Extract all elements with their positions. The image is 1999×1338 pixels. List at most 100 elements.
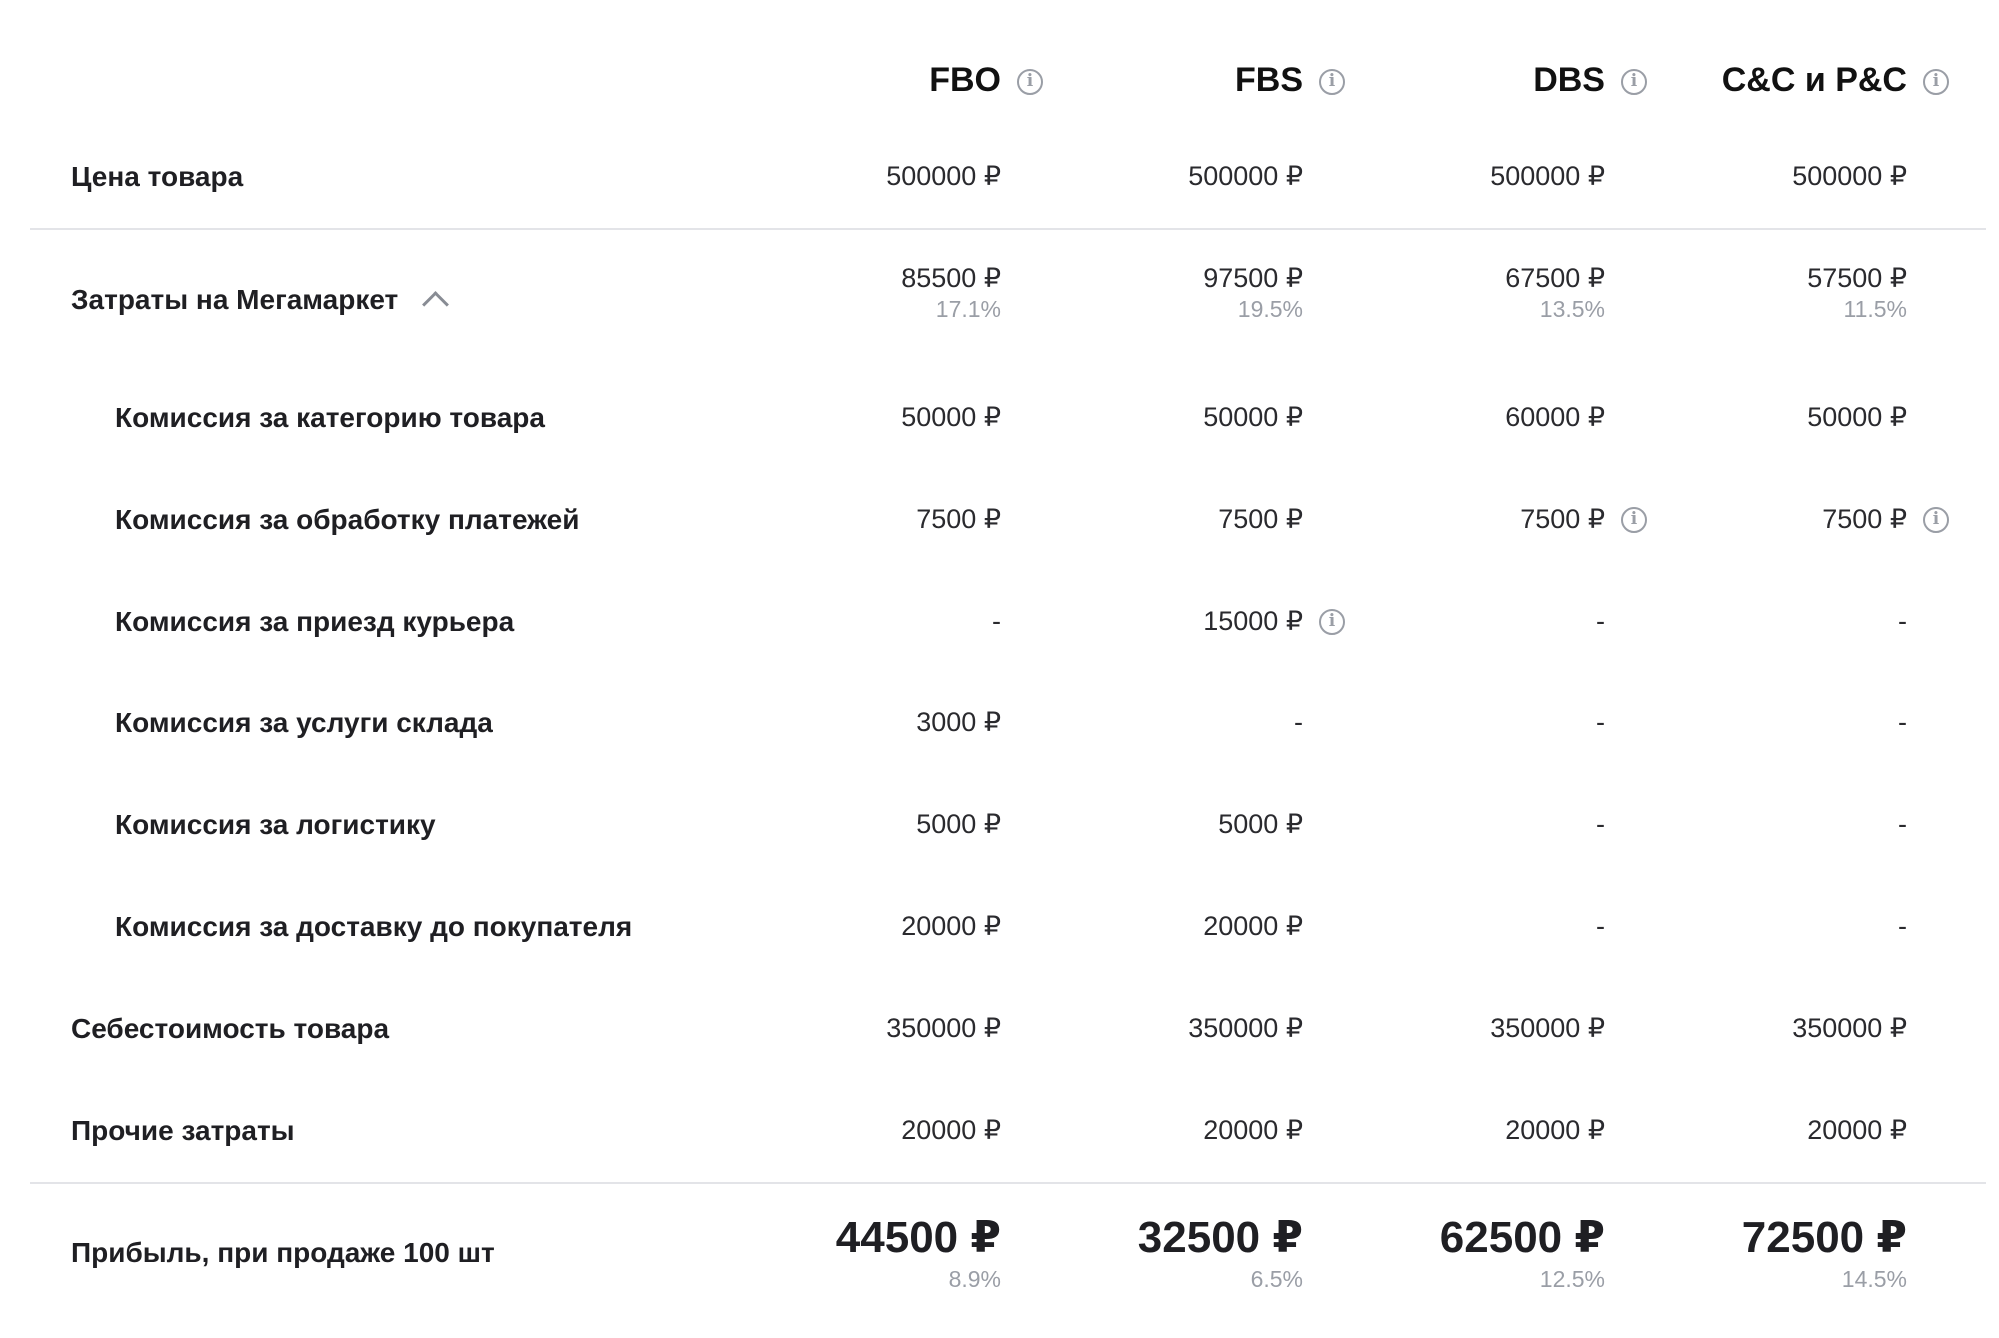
value: - — [1898, 606, 1907, 636]
cell-cc-pc: 7500 ₽ — [1822, 503, 1907, 535]
profit-value: 44500 ₽ — [835, 1213, 1001, 1262]
row-logistics-fee: Комиссия за логистику 5000 ₽ 5000 ₽ - - — [0, 808, 1999, 848]
value: 50000 ₽ — [901, 402, 1001, 432]
divider — [30, 228, 1986, 230]
cell-dbs: 350000 ₽ — [1490, 1012, 1605, 1044]
cell-fbo: 50000 ₽ — [901, 401, 1001, 433]
cell-dbs: - — [1596, 706, 1605, 738]
column-header-fbs: FBS — [1235, 61, 1303, 99]
cell-cc-pc: - — [1898, 910, 1907, 942]
cell-fbs: 350000 ₽ — [1188, 1012, 1303, 1044]
cell-dbs: - — [1596, 808, 1605, 840]
row-label: Цена товара — [71, 161, 244, 192]
value: 5000 ₽ — [1218, 809, 1303, 839]
row-label: Комиссия за доставку до покупателя — [115, 911, 633, 942]
percent: 13.5% — [1539, 296, 1605, 322]
value: 350000 ₽ — [886, 1013, 1001, 1043]
info-icon[interactable]: i — [1319, 69, 1345, 95]
cell-cc-pc: - — [1898, 706, 1907, 738]
value: - — [992, 606, 1001, 636]
value: 57500 ₽ — [1807, 263, 1907, 293]
value: - — [1596, 809, 1605, 839]
value: 350000 ₽ — [1188, 1013, 1303, 1043]
value: 20000 ₽ — [901, 911, 1001, 941]
cell-fbs: 97500 ₽ 19.5% — [1203, 262, 1303, 324]
cell-fbs: 32500 ₽ 6.5% — [1138, 1212, 1303, 1294]
cell-dbs: - — [1596, 910, 1605, 942]
row-label: Комиссия за обработку платежей — [115, 504, 580, 535]
percent: 17.1% — [935, 296, 1001, 322]
row-other-costs: Прочие затраты 20000 ₽ 20000 ₽ 20000 ₽ 2… — [0, 1114, 1999, 1154]
percent: 12.5% — [1539, 1266, 1605, 1292]
cell-fbo: 5000 ₽ — [916, 808, 1001, 840]
cell-fbs: 5000 ₽ — [1218, 808, 1303, 840]
percent: 11.5% — [1843, 296, 1907, 322]
percent: 19.5% — [1237, 296, 1303, 322]
row-delivery-fee: Комиссия за доставку до покупателя 20000… — [0, 910, 1999, 950]
cell-fbs: 7500 ₽ — [1218, 503, 1303, 535]
cell-fbo: 20000 ₽ — [901, 1114, 1001, 1146]
profit-value: 72500 ₽ — [1741, 1213, 1907, 1262]
cell-fbo: 20000 ₽ — [901, 910, 1001, 942]
value: 500000 ₽ — [1490, 161, 1605, 191]
info-icon[interactable]: i — [1621, 69, 1647, 95]
cell-cc-pc: - — [1898, 605, 1907, 637]
row-label[interactable]: Затраты на Мегамаркет — [71, 283, 398, 317]
cell-fbo: 85500 ₽ 17.1% — [901, 262, 1001, 324]
info-icon[interactable]: i — [1923, 69, 1949, 95]
value: 50000 ₽ — [1203, 402, 1303, 432]
cell-fbo: - — [992, 605, 1001, 637]
cell-fbo: 7500 ₽ — [916, 503, 1001, 535]
value: - — [1596, 707, 1605, 737]
info-icon[interactable]: i — [1923, 507, 1949, 533]
cell-cc-pc: 72500 ₽ 14.5% — [1742, 1212, 1907, 1294]
cell-cc-pc: 20000 ₽ — [1807, 1114, 1907, 1146]
cell-fbs: 50000 ₽ — [1203, 401, 1303, 433]
chevron-up-icon[interactable] — [422, 291, 449, 318]
value: 20000 ₽ — [1505, 1115, 1605, 1145]
cell-dbs: 7500 ₽ — [1520, 503, 1605, 535]
column-header-fbo: FBO — [929, 61, 1001, 99]
info-icon[interactable]: i — [1319, 609, 1345, 635]
cell-fbs: 20000 ₽ — [1203, 910, 1303, 942]
row-price: Цена товара 500000 ₽ 500000 ₽ 500000 ₽ 5… — [0, 160, 1999, 210]
info-icon[interactable]: i — [1621, 507, 1647, 533]
row-marketplace-costs[interactable]: Затраты на Мегамаркет 85500 ₽ 17.1% 9750… — [0, 262, 1999, 342]
value: 97500 ₽ — [1203, 263, 1303, 293]
cell-dbs: 500000 ₽ — [1490, 160, 1605, 192]
value: - — [1294, 707, 1303, 737]
cell-fbo: 3000 ₽ — [916, 706, 1001, 738]
value: 350000 ₽ — [1792, 1013, 1907, 1043]
cell-cc-pc: 500000 ₽ — [1792, 160, 1907, 192]
row-label: Прочие затраты — [71, 1115, 295, 1146]
percent: 6.5% — [1250, 1266, 1303, 1292]
value: 3000 ₽ — [916, 707, 1001, 737]
value: 350000 ₽ — [1490, 1013, 1605, 1043]
row-courier-fee: Комиссия за приезд курьера - 15000 ₽ - - — [0, 605, 1999, 645]
cell-fbo: 500000 ₽ — [886, 160, 1001, 192]
value: 67500 ₽ — [1505, 263, 1605, 293]
cell-dbs: 62500 ₽ 12.5% — [1440, 1212, 1605, 1294]
divider — [30, 1182, 1986, 1184]
cell-cc-pc: 57500 ₽ 11.5% — [1807, 262, 1907, 324]
row-label: Себестоимость товара — [71, 1013, 390, 1044]
row-label: Комиссия за категорию товара — [115, 402, 545, 433]
row-payment-fee: Комиссия за обработку платежей 7500 ₽ 75… — [0, 503, 1999, 543]
row-label: Прибыль, при продаже 100 шт — [71, 1237, 495, 1268]
column-header-cc-pc: C&C и P&C — [1721, 61, 1907, 99]
row-label: Комиссия за логистику — [115, 809, 436, 840]
value: 20000 ₽ — [901, 1115, 1001, 1145]
row-profit: Прибыль, при продаже 100 шт 44500 ₽ 8.9%… — [0, 1212, 1999, 1312]
value: 20000 ₽ — [1203, 1115, 1303, 1145]
row-warehouse-fee: Комиссия за услуги склада 3000 ₽ - - - — [0, 706, 1999, 746]
value: - — [1898, 707, 1907, 737]
percent: 14.5% — [1841, 1266, 1907, 1292]
profit-value: 32500 ₽ — [1137, 1213, 1303, 1262]
value: 7500 ₽ — [1520, 504, 1605, 534]
value: 15000 ₽ — [1203, 606, 1303, 636]
value: 60000 ₽ — [1505, 402, 1605, 432]
cell-fbo: 350000 ₽ — [886, 1012, 1001, 1044]
info-icon[interactable]: i — [1017, 69, 1043, 95]
cell-fbs: - — [1294, 706, 1303, 738]
cell-dbs: - — [1596, 605, 1605, 637]
